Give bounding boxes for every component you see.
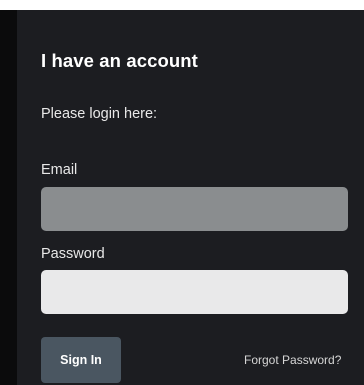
password-label: Password: [41, 246, 105, 262]
email-field[interactable]: [41, 187, 348, 231]
left-edge-bar: [0, 10, 17, 385]
login-title: I have an account: [41, 50, 198, 71]
sign-in-button[interactable]: Sign In: [41, 337, 121, 383]
login-subtitle: Please login here:: [41, 106, 158, 122]
password-field[interactable]: [41, 270, 348, 314]
forgot-password-link[interactable]: Forgot Password?: [244, 353, 341, 367]
top-margin: [0, 0, 364, 10]
login-panel: I have an account Please login here: Ema…: [17, 10, 364, 385]
email-label: Email: [41, 162, 78, 178]
